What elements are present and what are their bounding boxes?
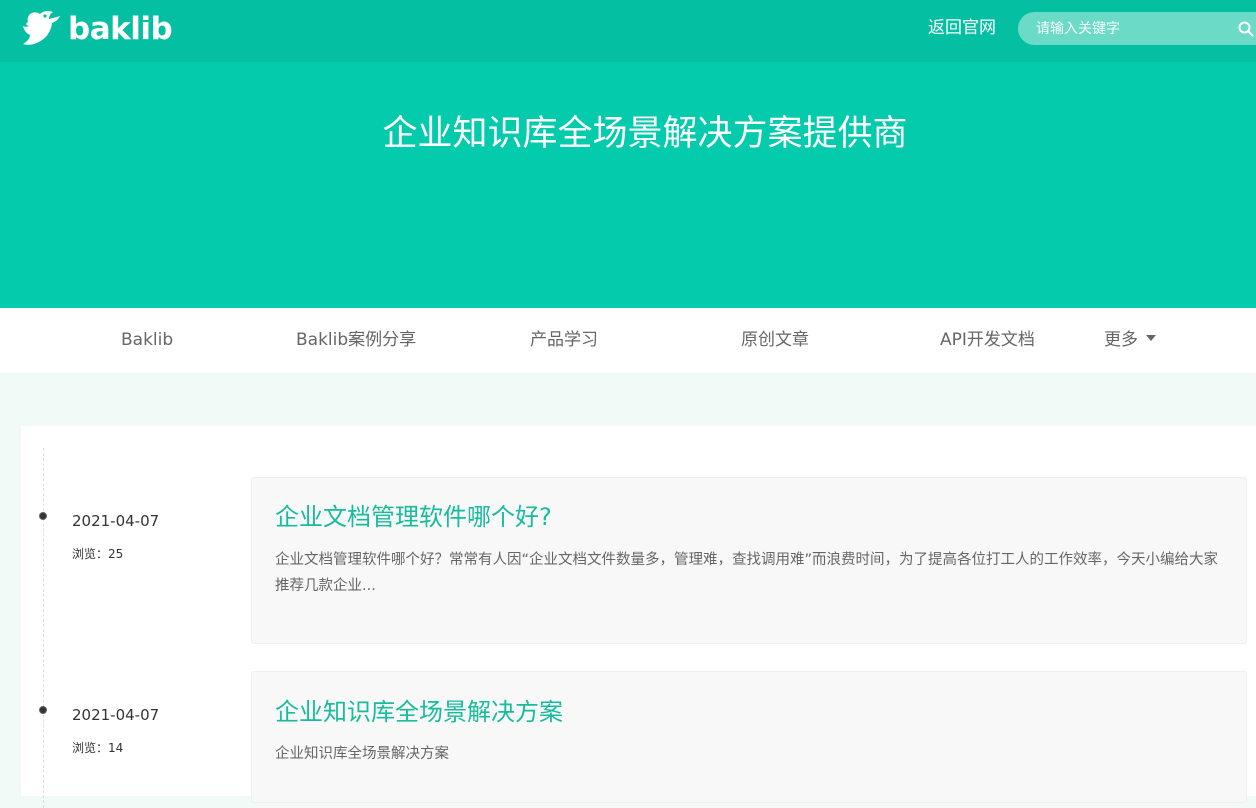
back-to-site-link[interactable]: 返回官网 [928,16,996,40]
hero-banner: 企业知识库全场景解决方案提供商 [0,62,1256,308]
nav-item-product-learning[interactable]: 产品学习 [530,328,598,352]
nav-item-more[interactable]: 更多 [1104,328,1156,352]
category-nav: Baklib Baklib案例分享 产品学习 原创文章 API开发文档 更多 [0,308,1256,373]
nav-item-api-docs[interactable]: API开发文档 [940,328,1035,352]
search-input[interactable] [1036,12,1236,45]
timeline-line [43,448,44,808]
nav-item-original-articles[interactable]: 原创文章 [741,328,809,352]
search-box [1018,12,1256,45]
nav-more-label: 更多 [1104,330,1138,350]
entry-date: 2021-04-07 [72,706,160,724]
article-list-panel: 2021-04-07 浏览：25 企业文档管理软件哪个好? 企业文档管理软件哪个… [21,426,1256,808]
nav-item-baklib[interactable]: Baklib [121,328,173,352]
article-card[interactable]: 企业文档管理软件哪个好? 企业文档管理软件哪个好？常常有人因“企业文档文件数量多… [251,477,1247,644]
caret-down-icon [1146,335,1156,341]
entry-views: 浏览：14 [72,741,124,755]
article-summary: 企业文档管理软件哪个好？常常有人因“企业文档文件数量多，管理难，查找调用难”而浪… [275,552,1219,594]
entry-views: 浏览：25 [72,547,124,561]
article-title[interactable]: 企业知识库全场景解决方案 [275,696,563,728]
entry-date: 2021-04-07 [72,512,160,530]
timeline-dot [39,706,47,714]
timeline-dot [39,512,47,520]
article-card[interactable]: 企业知识库全场景解决方案 企业知识库全场景解决方案 [251,671,1247,803]
logo[interactable]: baklib [20,8,173,50]
top-bar: baklib 返回官网 [0,0,1256,62]
search-icon[interactable] [1238,21,1254,37]
bird-logo-icon [23,10,60,45]
logo-text: baklib [68,11,173,47]
nav-item-case-sharing[interactable]: Baklib案例分享 [296,328,416,352]
article-summary: 企业知识库全场景解决方案 [275,746,449,762]
hero-title: 企业知识库全场景解决方案提供商 [382,114,908,154]
article-title[interactable]: 企业文档管理软件哪个好? [275,501,552,533]
